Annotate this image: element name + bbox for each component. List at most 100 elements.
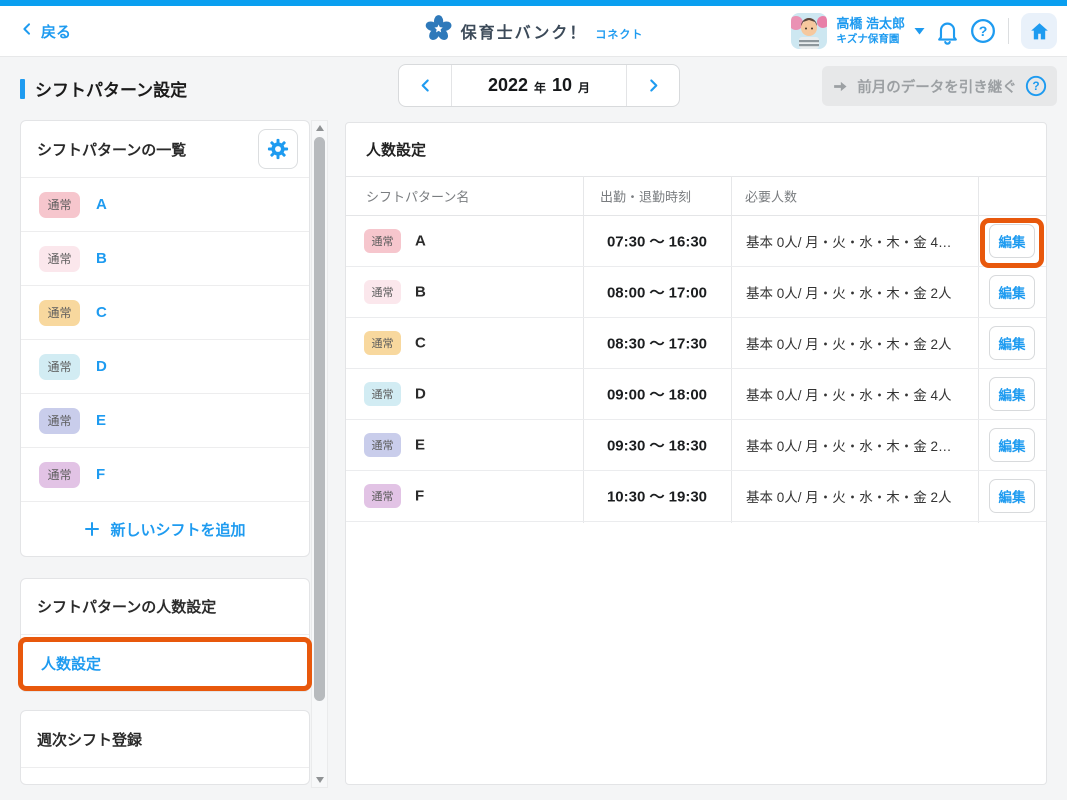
carry-over-previous-month-button[interactable]: 前月のデータを引き継ぐ ? [822,66,1057,106]
panel-title: 人数設定 [346,123,1046,176]
required-staff: 基本 0人/ 月・火・水・木・金 2人 [746,486,952,506]
next-month-button[interactable] [626,65,679,106]
shift-type-badge: 通常 [364,484,401,508]
staff-count-settings-header: シフトパターンの人数設定 [21,579,309,634]
work-hours: 09:30 〜 18:30 [583,435,731,456]
required-staff: 基本 0人/ 月・火・水・木・金 2… [746,435,952,455]
brand-suffix: コネクト [595,26,643,42]
edit-button[interactable]: 編集 [989,326,1035,360]
shift-pattern-item-a[interactable]: 通常 A [21,177,309,231]
staff-count-link-label: 人数設定 [41,653,101,674]
shift-type-badge: 通常 [364,280,401,304]
table-row-c: 通常 C 08:30 〜 17:30 基本 0人/ 月・火・水・木・金 2人 編… [346,318,1046,369]
shift-type-badge: 通常 [364,433,401,457]
table-row-e: 通常 E 09:30 〜 18:30 基本 0人/ 月・火・水・木・金 2… 編… [346,420,1046,471]
shift-pattern-item-d[interactable]: 通常 D [21,339,309,393]
sidebar-scrollbar[interactable] [311,120,328,788]
column-shift-pattern-name: シフトパターン名 [366,187,469,206]
shift-pattern-name: A [96,196,107,213]
chevron-left-icon [20,21,34,41]
back-button[interactable]: 戻る [20,6,71,56]
table-row-f: 通常 F 10:30 〜 19:30 基本 0人/ 月・火・水・木・金 2人 編… [346,471,1046,522]
chevron-left-icon [418,77,433,94]
shift-pattern-name: E [415,437,425,454]
month-unit: 月 [578,79,590,96]
required-staff: 基本 0人/ 月・火・水・木・金 4… [746,231,952,251]
shift-pattern-name: F [415,488,424,505]
user-menu[interactable]: 高橋 浩太郎 キズナ保育園 [836,16,905,45]
shift-pattern-item-c[interactable]: 通常 C [21,285,309,339]
column-work-hours: 出勤・退勤時刻 [600,187,691,206]
shift-pattern-name: B [96,250,107,267]
brand-logo: 保育士バンク！ コネクト [424,6,644,56]
scrollbar-thumb[interactable] [314,137,325,701]
edit-button[interactable]: 編集 [989,479,1035,513]
shift-type-badge: 通常 [39,408,80,434]
column-required-staff: 必要人数 [745,187,797,206]
carry-over-label: 前月のデータを引き継ぐ [857,76,1017,97]
caret-down-icon[interactable] [914,27,925,35]
shift-pattern-name: A [415,233,426,250]
year-unit: 年 [534,79,546,96]
help-icon[interactable]: ? [970,18,996,44]
shift-type-badge: 通常 [39,246,80,272]
svg-text:?: ? [979,23,988,39]
work-hours: 08:00 〜 17:00 [583,282,731,303]
arrow-right-icon [832,78,849,95]
shift-pattern-item-f[interactable]: 通常 F [21,447,309,501]
page-title: シフトパターン設定 [20,76,187,101]
scroll-up-arrow[interactable] [312,121,327,135]
sakura-flower-icon [424,14,453,48]
staff-count-panel: 人数設定 シフトパターン名 出勤・退勤時刻 必要人数 通常 A 07:30 〜 … [345,122,1047,785]
current-month-display: 2022 年 10 月 [452,65,626,106]
required-staff: 基本 0人/ 月・火・水・木・金 4人 [746,384,952,404]
edit-button[interactable]: 編集 [989,428,1035,462]
sidebar-item-staff-count[interactable]: 人数設定 [21,634,309,691]
shift-pattern-item-b[interactable]: 通常 B [21,231,309,285]
previous-month-button[interactable] [399,65,452,106]
work-hours: 10:30 〜 19:30 [583,486,731,507]
user-organization: キズナ保育園 [836,33,905,46]
notifications-bell-icon[interactable] [934,18,961,45]
scroll-down-arrow[interactable] [312,773,327,787]
required-staff: 基本 0人/ 月・火・水・木・金 2人 [746,333,952,353]
shift-pattern-name: D [96,358,107,375]
work-hours: 08:30 〜 17:30 [583,333,731,354]
user-avatar[interactable] [791,13,827,49]
shift-type-badge: 通常 [364,229,401,253]
home-button[interactable] [1021,13,1057,49]
weekly-shift-card: 週次シフト登録 [20,710,310,785]
month-navigator: 2022 年 10 月 [398,64,680,107]
page: 戻る 保育士バンク！ コネクト [0,0,1067,800]
required-staff: 基本 0人/ 月・火・水・木・金 2人 [746,282,952,302]
month-value: 10 [552,75,572,96]
shift-pattern-name: B [415,284,426,301]
year-value: 2022 [488,75,528,96]
plus-icon [84,521,100,537]
back-label: 戻る [41,21,71,42]
user-name: 高橋 浩太郎 [836,16,905,32]
shift-type-badge: 通常 [39,354,80,380]
table-row-d: 通常 D 09:00 〜 18:00 基本 0人/ 月・火・水・木・金 4人 編… [346,369,1046,420]
settings-button[interactable] [258,129,298,169]
add-new-shift-button[interactable]: 新しいシフトを追加 [21,501,309,556]
shift-pattern-item-e[interactable]: 通常 E [21,393,309,447]
chevron-right-icon [646,77,661,94]
table-row-a: 通常 A 07:30 〜 16:30 基本 0人/ 月・火・水・木・金 4… 編… [346,216,1046,267]
table-row-b: 通常 B 08:00 〜 17:00 基本 0人/ 月・火・水・木・金 2人 編… [346,267,1046,318]
gear-icon [267,138,289,160]
header-right-cluster: 高橋 浩太郎 キズナ保育園 ? [791,6,1057,56]
shift-type-badge: 通常 [39,300,80,326]
add-new-shift-label: 新しいシフトを追加 [110,519,245,540]
edit-button[interactable]: 編集 [989,377,1035,411]
edit-button[interactable]: 編集 [989,224,1035,258]
header-divider [1008,18,1009,44]
edit-button[interactable]: 編集 [989,275,1035,309]
svg-text:?: ? [1032,79,1039,93]
app-header: 戻る 保育士バンク！ コネクト [0,6,1067,57]
title-accent-bar [20,79,25,99]
weekly-shift-header: 週次シフト登録 [21,711,309,768]
staff-count-settings-card: シフトパターンの人数設定 人数設定 [20,578,310,692]
shift-type-badge: 通常 [364,382,401,406]
help-icon: ? [1025,75,1047,97]
